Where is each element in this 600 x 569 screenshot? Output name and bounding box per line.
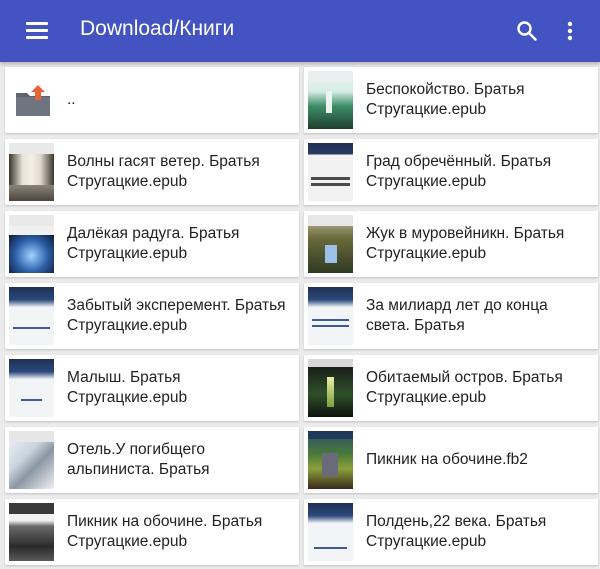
file-name: Пикник на обочине. Братья Стругацкие.epu…: [67, 513, 263, 550]
page-title: Download/Книги: [80, 17, 235, 40]
list-item[interactable]: Пикник на обочине. Братья Стругацкие.epu…: [5, 499, 299, 565]
file-name: Град обречённый. Братья Стругацкие.epub: [366, 153, 552, 190]
file-name: Отель.У погибщего альпиниста. Братья: [67, 441, 210, 478]
file-grid: .. Беспокойство. Братья Стругацкие.epub …: [5, 67, 598, 565]
file-name: За милиард лет до конца света. Братья: [366, 297, 548, 334]
app-bar: Download/Книги: [0, 0, 600, 62]
file-name: Далёкая радуга. Братья Стругацкие.epub: [67, 225, 240, 262]
book-cover-icon: [9, 143, 54, 201]
more-vert-icon[interactable]: [562, 19, 578, 43]
list-item[interactable]: Град обречённый. Братья Стругацкие.epub: [304, 139, 598, 205]
list-item[interactable]: Полдень,22 века. Братья Стругацкие.epub: [304, 499, 598, 565]
file-name: Жук в муровейникн. Братья Стругацкие.epu…: [366, 225, 565, 262]
book-cover-icon: [308, 359, 353, 417]
book-cover-icon: [9, 359, 54, 417]
file-name: ..: [67, 91, 76, 108]
book-cover-icon: [308, 431, 353, 489]
file-name: Волны гасят ветер. Братья Стругацкие.epu…: [67, 153, 260, 190]
file-name: Забытый эксперемент. Братья Стругацкие.e…: [67, 297, 286, 334]
search-icon[interactable]: [515, 19, 539, 43]
list-item[interactable]: Обитаемый остров. Братья Стругацкие.epub: [304, 355, 598, 421]
book-cover-icon: [9, 215, 54, 273]
file-name: Обитаемый остров. Братья Стругацкие.epub: [366, 369, 563, 406]
book-cover-icon: [9, 287, 54, 345]
list-item[interactable]: За милиард лет до конца света. Братья: [304, 283, 598, 349]
list-item[interactable]: Беспокойство. Братья Стругацкие.epub: [304, 67, 598, 133]
list-item[interactable]: Забытый эксперемент. Братья Стругацкие.e…: [5, 283, 299, 349]
folder-up-icon: [16, 85, 50, 116]
file-name: Пикник на обочине.fb2: [366, 451, 528, 468]
list-item[interactable]: Малыш. Братья Стругацкие.epub: [5, 355, 299, 421]
list-item[interactable]: Жук в муровейникн. Братья Стругацкие.epu…: [304, 211, 598, 277]
list-item[interactable]: Волны гасят ветер. Братья Стругацкие.epu…: [5, 139, 299, 205]
list-item[interactable]: Пикник на обочине.fb2: [304, 427, 598, 493]
list-item[interactable]: Далёкая радуга. Братья Стругацкие.epub: [5, 211, 299, 277]
list-item[interactable]: Отель.У погибщего альпиниста. Братья: [5, 427, 299, 493]
book-cover-icon: [308, 143, 353, 201]
book-cover-icon: [308, 71, 353, 129]
book-cover-icon: [308, 503, 353, 561]
book-cover-icon: [9, 503, 54, 561]
file-name: Беспокойство. Братья Стругацкие.epub: [366, 81, 525, 118]
book-cover-icon: [308, 215, 353, 273]
book-cover-icon: [9, 431, 54, 489]
book-cover-icon: [308, 287, 353, 345]
menu-icon[interactable]: [26, 22, 48, 40]
file-name: Полдень,22 века. Братья Стругацкие.epub: [366, 513, 547, 550]
file-name: Малыш. Братья Стругацкие.epub: [67, 369, 188, 406]
list-item-parent-folder[interactable]: ..: [5, 67, 299, 133]
